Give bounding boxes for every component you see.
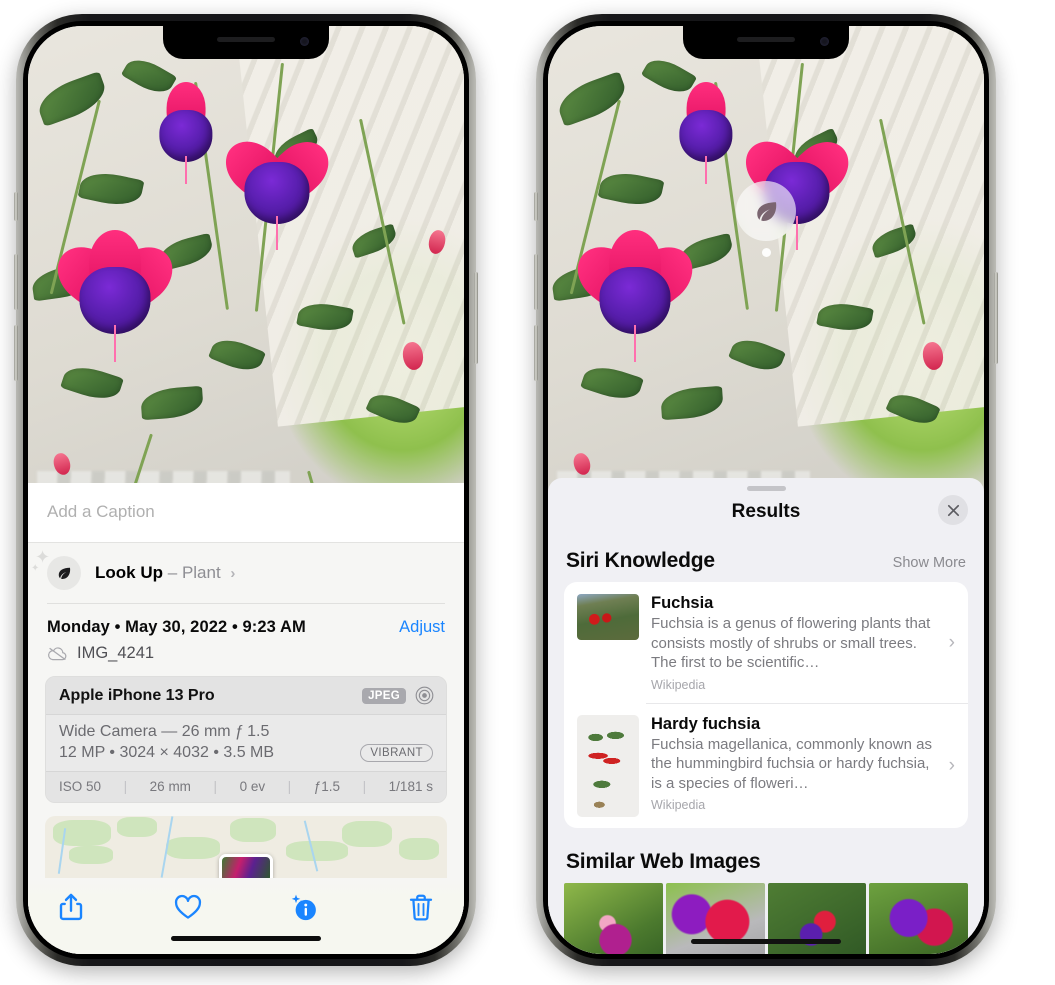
file-name: IMG_4241	[77, 644, 155, 662]
earpiece-speaker	[737, 37, 795, 42]
exif-separator: |	[213, 779, 218, 794]
phone-screen-right: Results Siri Knowledge Show More Fuchsia…	[548, 26, 984, 954]
results-sheet: Results Siri Knowledge Show More Fuchsia…	[548, 478, 984, 954]
result-source: Wikipedia	[651, 798, 706, 812]
look-up-subject: Plant	[181, 563, 221, 582]
camera-card-header: Apple iPhone 13 Pro JPEG	[46, 677, 446, 715]
earpiece-speaker	[217, 37, 275, 42]
home-indicator[interactable]	[171, 936, 321, 941]
results-header: Results	[548, 491, 984, 527]
volume-up-button[interactable]	[14, 254, 18, 310]
home-indicator-area	[28, 928, 464, 954]
trash-icon[interactable]	[406, 892, 436, 922]
heart-icon[interactable]	[173, 892, 203, 922]
look-up-title: Look Up	[95, 563, 163, 582]
results-title: Results	[731, 501, 801, 522]
result-description: Fuchsia magellanica, commonly known as t…	[651, 735, 932, 792]
share-icon[interactable]	[56, 892, 86, 922]
map-photo-pin[interactable]	[219, 854, 273, 878]
volume-down-button[interactable]	[14, 325, 18, 381]
similar-web-images-title: Similar Web Images	[566, 849, 761, 873]
camera-info-card: Apple iPhone 13 Pro JPEG Wide Camera — 2…	[45, 676, 447, 803]
target-icon	[415, 686, 434, 705]
file-row: IMG_4241	[28, 639, 464, 676]
notch	[163, 26, 329, 59]
power-button[interactable]	[994, 272, 998, 364]
visual-lookup-marker[interactable]	[736, 181, 796, 257]
exif-aperture: ƒ1.5	[313, 779, 341, 794]
result-text: Hardy fuchsia Fuchsia magellanica, commo…	[651, 715, 947, 813]
result-source: Wikipedia	[651, 677, 706, 692]
leaf-icon: ✦ ✦	[31, 548, 81, 590]
camera-card-body: Wide Camera — 26 mm ƒ 1.5 12 MP • 3024 ×…	[46, 715, 446, 771]
siri-knowledge-header: Siri Knowledge Show More	[548, 527, 984, 582]
exif-ev: 0 ev	[239, 779, 266, 794]
look-up-label: Look Up – Plant ›	[95, 563, 235, 583]
phone-left: Add a Caption ✦ ✦ Look Up – Plant › Mond…	[14, 14, 478, 966]
camera-specs: 12 MP • 3024 × 4032 • 3.5 MB	[59, 744, 275, 761]
photo-toolbar	[28, 878, 464, 928]
close-icon[interactable]	[938, 495, 968, 525]
cloud-slash-icon	[48, 647, 67, 661]
front-camera-icon	[300, 37, 309, 46]
format-badge: JPEG	[362, 687, 406, 704]
chevron-right-icon: ›	[230, 565, 236, 582]
chevron-right-icon: ›	[948, 754, 955, 776]
list-item[interactable]: Fuchsia Fuchsia is a genus of flowering …	[564, 582, 968, 703]
result-title: Fuchsia	[651, 594, 714, 612]
photographic-style-badge: VIBRANT	[360, 744, 433, 762]
home-indicator[interactable]	[691, 939, 841, 944]
photo-meta-row: Monday • May 30, 2022 • 9:23 AM Adjust	[28, 604, 464, 639]
similar-image-thumbnail[interactable]	[869, 882, 968, 954]
exif-separator: |	[362, 779, 367, 794]
phone-right: Results Siri Knowledge Show More Fuchsia…	[534, 14, 998, 966]
camera-lens-info: Wide Camera — 26 mm ƒ 1.5	[59, 723, 270, 740]
notch	[683, 26, 849, 59]
exif-shutter: 1/181 s	[388, 779, 433, 794]
exif-separator: |	[287, 779, 292, 794]
volume-up-button[interactable]	[534, 254, 538, 310]
power-button[interactable]	[474, 272, 478, 364]
mute-switch[interactable]	[534, 192, 538, 221]
caption-input[interactable]: Add a Caption	[28, 483, 464, 543]
result-text: Fuchsia Fuchsia is a genus of flowering …	[651, 594, 947, 692]
phone-bezel: Results Siri Knowledge Show More Fuchsia…	[543, 21, 989, 959]
result-thumbnail	[577, 714, 639, 817]
similar-web-images-header: Similar Web Images	[548, 828, 984, 883]
exif-focal: 26 mm	[149, 779, 191, 794]
list-item[interactable]: Hardy fuchsia Fuchsia magellanica, commo…	[564, 702, 968, 828]
chevron-right-icon: ›	[948, 631, 955, 653]
leaf-icon	[736, 181, 796, 241]
camera-device-name: Apple iPhone 13 Pro	[59, 686, 215, 704]
sparkle-small-icon: ✦	[31, 563, 40, 574]
exif-row: ISO 50 | 26 mm | 0 ev | ƒ1.5 | 1/181 s	[46, 771, 446, 802]
result-thumbnail	[577, 594, 639, 640]
siri-knowledge-card: Fuchsia Fuchsia is a genus of flowering …	[564, 582, 968, 828]
info-sparkle-icon[interactable]	[289, 892, 319, 922]
exif-iso: ISO 50	[59, 779, 102, 794]
phone-screen-left: Add a Caption ✦ ✦ Look Up – Plant › Mond…	[28, 26, 464, 954]
phone-bezel: Add a Caption ✦ ✦ Look Up – Plant › Mond…	[23, 21, 469, 959]
similar-image-thumbnail[interactable]	[564, 882, 663, 954]
result-description: Fuchsia is a genus of flowering plants t…	[651, 615, 931, 671]
adjust-button[interactable]: Adjust	[399, 618, 445, 637]
look-up-row[interactable]: ✦ ✦ Look Up – Plant ›	[28, 543, 464, 604]
show-more-button[interactable]: Show More	[893, 555, 966, 571]
marker-dot	[761, 248, 771, 257]
siri-knowledge-title: Siri Knowledge	[566, 549, 715, 572]
result-title: Hardy fuchsia	[651, 714, 761, 733]
volume-down-button[interactable]	[534, 325, 538, 381]
front-camera-icon	[820, 37, 829, 46]
look-up-dash: –	[167, 563, 178, 582]
photo-info-sheet: Add a Caption ✦ ✦ Look Up – Plant › Mond…	[28, 483, 464, 954]
location-map[interactable]	[45, 816, 447, 878]
exif-separator: |	[123, 779, 128, 794]
photo-date: Monday • May 30, 2022 • 9:23 AM	[47, 618, 306, 636]
mute-switch[interactable]	[14, 192, 18, 221]
